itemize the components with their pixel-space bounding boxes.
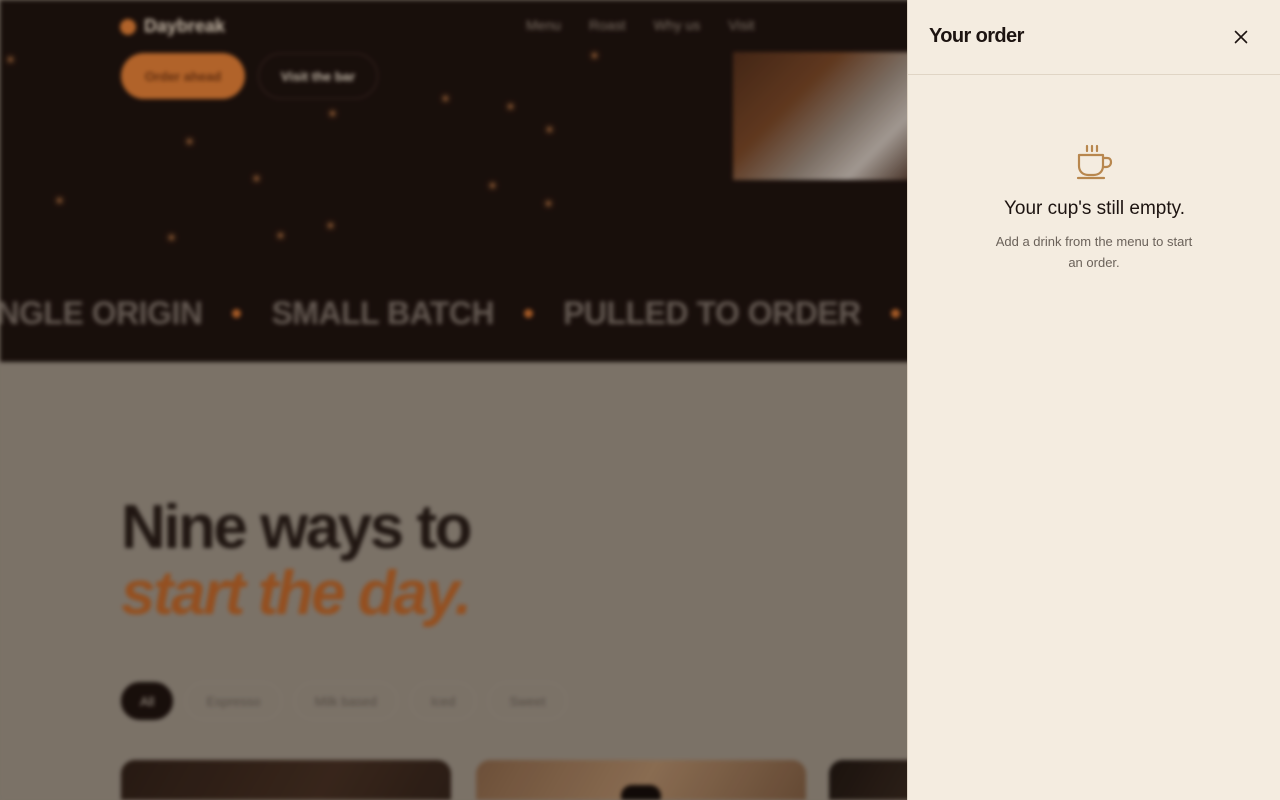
empty-cart-title: Your cup's still empty. (1003, 198, 1186, 219)
empty-cart-subtitle: Add a drink from the menu to start an or… (995, 234, 1193, 270)
drawer-backdrop[interactable] (0, 0, 907, 800)
drawer-header: Your order (908, 0, 1280, 75)
order-drawer: Your order Your cup's still empty. Add a… (907, 0, 1280, 800)
close-drawer-button[interactable] (1227, 23, 1255, 51)
coffee-cup-icon (1076, 144, 1113, 180)
drawer-title: Your order (929, 25, 1024, 47)
close-icon (1234, 30, 1248, 44)
